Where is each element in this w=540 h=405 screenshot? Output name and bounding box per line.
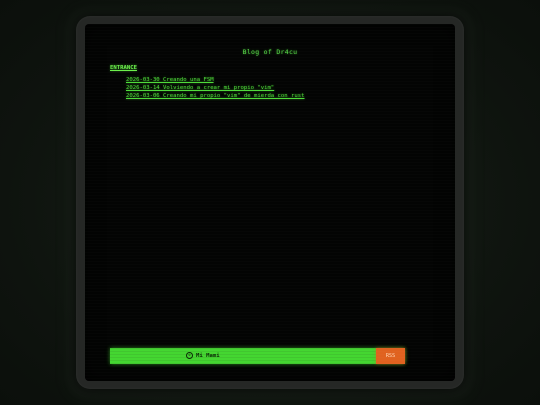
crt-screen: Blog of Dr4cu ENTRANCE 2026-03-30 Creand…: [85, 24, 455, 381]
rss-button[interactable]: RSS: [376, 348, 405, 364]
blog-title: Blog of Dr4cu: [242, 48, 298, 56]
list-item: 2026-03-30 Creando una FSM: [126, 72, 305, 83]
list-item: 2026-03-14 Volviendo a crear mi propio "…: [126, 80, 305, 91]
post-list: 2026-03-30 Creando una FSM 2026-03-14 Vo…: [126, 72, 305, 99]
copyright-notice: © Mi Mami: [186, 352, 220, 359]
section-heading-entrance: ENTRANCE: [110, 65, 137, 71]
status-bar-stripes: [110, 348, 405, 364]
status-bar: © Mi Mami: [110, 348, 405, 364]
post-link-vim-rust[interactable]: 2026-03-06 Creando mi propio "vim" de mi…: [126, 93, 305, 99]
list-item: 2026-03-06 Creando mi propio "vim" de mi…: [126, 88, 305, 99]
copyright-author: Mi Mami: [196, 352, 220, 359]
copyright-icon: ©: [186, 352, 193, 359]
